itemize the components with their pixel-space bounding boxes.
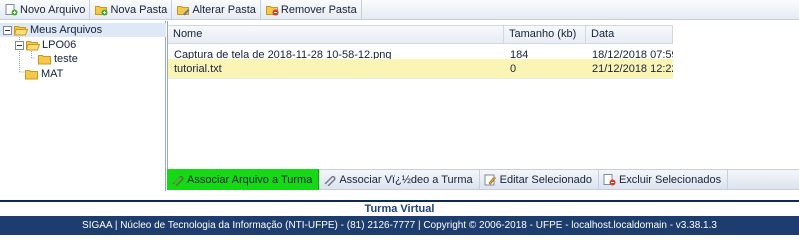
footer-text: SIGAA | Núcleo de Tecnologia da Informaç…	[82, 220, 717, 231]
edit-selected-label: Editar Selecionado	[499, 173, 592, 186]
tree-folder-label: LPO06	[42, 39, 77, 51]
column-header-data[interactable]: Data	[586, 26, 673, 43]
tree-item-lpo06[interactable]: LPO06	[15, 38, 76, 52]
new-file-icon	[5, 4, 18, 16]
page-title: Turma Virtual	[364, 203, 435, 215]
action-bar: Associar Arquivo a Turma Associar Vï¿½de…	[167, 169, 799, 190]
edit-selected-button[interactable]: Editar Selecionado	[480, 169, 599, 190]
file-grid: Nome Tamanho (kb) Data Captura de tela d…	[167, 21, 799, 169]
folder-open-icon	[14, 25, 28, 36]
attach-icon	[171, 174, 184, 186]
new-folder-label: Nova Pasta	[110, 3, 168, 16]
edit-folder-label: Alterar Pasta	[192, 3, 256, 16]
new-folder-button[interactable]: Nova Pasta	[90, 0, 173, 20]
folder-tree: Meus Arquivos LPO06 teste MAT	[0, 21, 166, 191]
footer: SIGAA | Núcleo de Tecnologia da Informaç…	[0, 216, 799, 235]
delete-selected-label: Excluir Selecionados	[618, 173, 722, 186]
folder-icon	[38, 54, 51, 65]
associate-file-button[interactable]: Associar Arquivo a Turma	[167, 169, 320, 190]
tree-item-meus-arquivos[interactable]: Meus Arquivos	[0, 23, 166, 37]
edit-icon	[484, 174, 497, 186]
toolbar: Novo Arquivo Nova Pasta Alterar Pasta Re…	[0, 0, 799, 20]
file-date-cell: 21/12/2018 12:22	[592, 62, 673, 75]
tree-folder-label: teste	[54, 53, 78, 65]
divider	[0, 200, 799, 202]
remove-folder-icon	[265, 4, 279, 16]
delete-icon	[603, 174, 616, 186]
remove-folder-button[interactable]: Remover Pasta	[261, 0, 362, 20]
grid-header: Nome Tamanho (kb) Data	[168, 25, 673, 44]
collapse-toggle-icon[interactable]	[15, 40, 24, 51]
associate-file-label: Associar Arquivo a Turma	[187, 173, 313, 186]
remove-folder-label: Remover Pasta	[280, 3, 357, 16]
associate-video-label: Associar Vï¿½deo a Turma	[339, 173, 473, 186]
attach-icon	[323, 174, 336, 186]
file-size-cell: 0	[510, 62, 517, 75]
file-manager-page: Novo Arquivo Nova Pasta Alterar Pasta Re…	[0, 0, 799, 235]
tree-item-teste[interactable]: teste	[38, 52, 78, 66]
folder-open-icon	[26, 40, 40, 51]
collapse-toggle-icon[interactable]	[3, 25, 12, 36]
file-name-cell: tutorial.txt	[174, 62, 222, 75]
delete-selected-button[interactable]: Excluir Selecionados	[599, 169, 729, 190]
column-header-nome[interactable]: Nome	[168, 26, 504, 43]
edit-folder-icon	[177, 4, 190, 16]
column-header-tamanho[interactable]: Tamanho (kb)	[504, 26, 586, 43]
new-file-button[interactable]: Novo Arquivo	[0, 0, 91, 20]
table-row-selected[interactable]: tutorial.txt 0 21/12/2018 12:22	[168, 59, 673, 79]
tree-folder-label: MAT	[41, 68, 64, 80]
new-folder-icon	[95, 4, 108, 16]
folder-icon	[25, 69, 38, 80]
tree-item-mat[interactable]: MAT	[25, 67, 63, 81]
new-file-label: Novo Arquivo	[20, 3, 86, 16]
associate-video-button[interactable]: Associar Vï¿½deo a Turma	[319, 169, 480, 190]
edit-folder-button[interactable]: Alterar Pasta	[172, 0, 261, 20]
tree-root-label: Meus Arquivos	[30, 24, 103, 36]
